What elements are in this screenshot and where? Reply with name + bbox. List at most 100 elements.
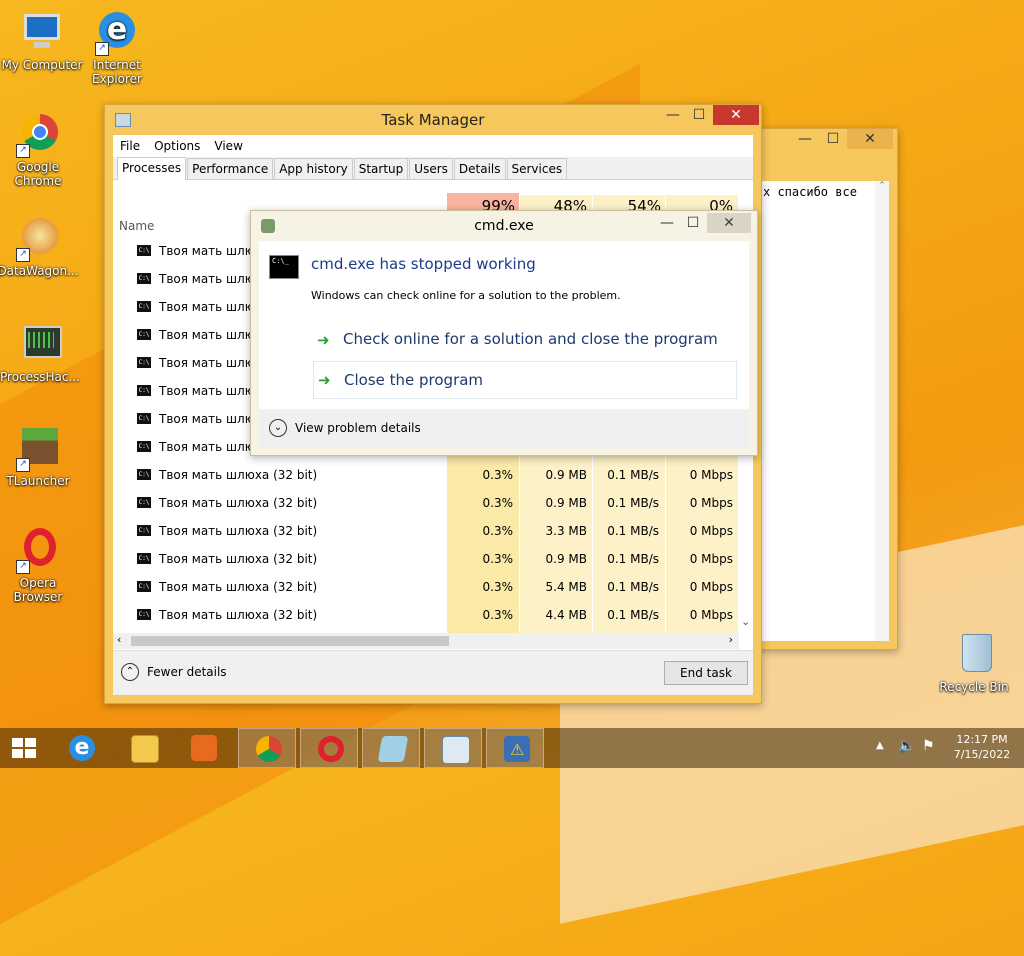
start-button[interactable] — [0, 728, 48, 768]
taskbar-chrome[interactable] — [238, 728, 296, 768]
desktop-icon-label: Google Chrome — [14, 160, 62, 188]
process-disk: 0.1 MB/s — [607, 552, 659, 566]
text-area[interactable]: х спасибо все ⌃ — [761, 181, 889, 641]
desktop-icon-datawagon[interactable]: ↗ DataWagon... — [0, 214, 80, 278]
process-hacker-icon — [16, 320, 64, 368]
desktop-icon-processhacker[interactable]: ProcessHac... — [0, 320, 82, 384]
console-icon: C:\ — [137, 329, 151, 340]
minimize-icon[interactable]: — — [653, 213, 681, 233]
media-player-icon — [191, 735, 217, 761]
process-memory: 5.4 MB — [545, 580, 587, 594]
process-row[interactable]: C:\ Твоя мать шлюха (32 bit) 0.3% 3.3 MB 0.1… — [113, 517, 743, 545]
tab-details[interactable]: Details — [453, 158, 506, 179]
recycle-bin-icon — [950, 630, 998, 678]
process-name: Твоя мать шлюха (32 bit) — [159, 608, 318, 622]
console-icon: C:\ — [137, 469, 151, 480]
scroll-right-icon[interactable]: › — [729, 633, 733, 646]
close-icon[interactable]: ✕ — [713, 105, 759, 125]
taskbar-internet-explorer[interactable]: e — [52, 728, 110, 768]
volume-muted-icon[interactable]: 🔈 — [898, 738, 915, 754]
show-hidden-icons-icon[interactable]: ▲ — [876, 740, 884, 751]
desktop-icon-my-computer[interactable]: My Computer — [0, 8, 84, 72]
view-problem-details-link[interactable]: View problem details — [295, 421, 421, 435]
fewer-details-link[interactable]: Fewer details — [147, 665, 227, 679]
desktop-icon-tlauncher[interactable]: ↗ TLauncher — [0, 424, 80, 488]
maximize-icon[interactable]: ☐ — [679, 213, 707, 233]
desktop-icon-recycle-bin[interactable]: Recycle Bin — [932, 630, 1016, 694]
desktop-icon-internet-explorer[interactable]: e ↗ Internet Explorer — [75, 8, 159, 86]
desktop-icon-label: Opera Browser — [13, 576, 63, 604]
tab-app-history[interactable]: App history — [274, 158, 353, 179]
tab-processes[interactable]: Processes — [117, 157, 187, 180]
close-icon[interactable]: ✕ — [707, 213, 751, 233]
arrow-right-icon: ➜ — [317, 331, 330, 349]
taskbar-media-player[interactable] — [174, 728, 232, 768]
horizontal-scrollbar[interactable]: ‹ › — [113, 633, 739, 649]
menu-file[interactable]: File — [113, 139, 147, 153]
process-cpu: 0.3% — [482, 552, 514, 566]
chrome-icon — [256, 736, 282, 762]
minimize-icon[interactable]: — — [659, 105, 687, 125]
taskbar-notepad[interactable] — [362, 728, 420, 768]
dialog-heading: cmd.exe has stopped working — [311, 255, 536, 273]
error-report-icon: ⚠ — [504, 736, 530, 762]
scroll-down-icon[interactable]: ⌄ — [741, 615, 750, 628]
maximize-icon[interactable]: ☐ — [685, 105, 713, 125]
arrow-right-icon: ➜ — [318, 371, 331, 389]
dialog-footer: ⌄ View problem details — [259, 411, 749, 447]
process-row[interactable]: C:\ Твоя мать шлюха (32 bit) 0.3% 5.4 MB 0.1… — [113, 573, 743, 601]
tab-services[interactable]: Services — [506, 158, 568, 179]
process-row[interactable]: C:\ Твоя мать шлюха (32 bit) 0.3% 0.9 MB 0.1… — [113, 489, 743, 517]
console-icon: C:\ — [137, 553, 151, 564]
clock[interactable]: 12:17 PM 7/15/2022 — [950, 732, 1014, 762]
clock-time: 12:17 PM — [956, 733, 1008, 746]
menu-bar: File Options View — [113, 135, 753, 157]
scroll-thumb[interactable] — [131, 636, 449, 646]
scrollbar[interactable]: ⌃ — [875, 181, 889, 641]
console-icon: C:\ — [137, 581, 151, 592]
console-icon: C:\ — [137, 357, 151, 368]
action-center-flag-icon[interactable]: ⚑ — [922, 738, 935, 754]
console-icon: C:\ — [137, 609, 151, 620]
process-cpu: 0.3% — [482, 468, 514, 482]
dialog-titlebar[interactable]: cmd.exe — ☐ ✕ — [251, 211, 757, 241]
check-online-button[interactable]: ➜ Check online for a solution and close … — [313, 321, 737, 359]
menu-view[interactable]: View — [207, 139, 249, 153]
process-memory: 0.9 MB — [545, 552, 587, 566]
menu-options[interactable]: Options — [147, 139, 207, 153]
process-name: Твоя мать шлюха (32 bit) — [159, 496, 318, 510]
taskbar-task-manager[interactable] — [424, 728, 482, 768]
text-content: х спасибо все — [763, 185, 857, 199]
notepad-icon — [377, 736, 409, 762]
tab-performance[interactable]: Performance — [187, 158, 274, 179]
scroll-left-icon[interactable]: ‹ — [117, 633, 121, 646]
minimize-icon[interactable]: — — [791, 129, 819, 149]
scroll-up-icon[interactable]: ⌃ — [875, 181, 889, 191]
desktop-icon-google-chrome[interactable]: ↗ Google Chrome — [0, 110, 80, 188]
taskbar-opera[interactable] — [300, 728, 358, 768]
tab-users[interactable]: Users — [409, 158, 453, 179]
chevron-down-icon[interactable]: ⌄ — [269, 419, 287, 437]
process-row[interactable]: C:\ Твоя мать шлюха (32 bit) 0.3% 0.9 MB 0.1… — [113, 545, 743, 573]
process-cpu: 0.3% — [482, 580, 514, 594]
process-row[interactable]: C:\ Твоя мать шлюха (32 bit) 0.3% 0.9 MB 0.1… — [113, 461, 743, 489]
taskbar-file-explorer[interactable] — [114, 728, 172, 768]
desktop-icon-opera[interactable]: ↗ Opera Browser — [0, 526, 80, 604]
maximize-icon[interactable]: ☐ — [819, 129, 847, 149]
column-header-name[interactable]: Name — [119, 219, 154, 233]
console-icon: C:\ — [137, 413, 151, 424]
process-row[interactable]: C:\ Твоя мать шлюха (32 bit) 0.3% 4.4 MB 0.1… — [113, 601, 743, 629]
close-program-button[interactable]: ➜ Close the program — [313, 361, 737, 399]
taskbar-error-reporting[interactable]: ⚠ — [486, 728, 544, 768]
desktop-icon-label: ProcessHac... — [0, 370, 80, 384]
process-network: 0 Mbps — [689, 580, 733, 594]
process-memory: 3.3 MB — [545, 524, 587, 538]
titlebar[interactable]: Task Manager — ☐ ✕ — [105, 105, 761, 135]
chevron-up-icon[interactable]: ⌃ — [121, 663, 139, 681]
tab-startup[interactable]: Startup — [353, 158, 409, 179]
close-program-label: Close the program — [344, 371, 484, 389]
desktop-icon-label: My Computer — [1, 58, 83, 72]
close-icon[interactable]: ✕ — [847, 129, 893, 149]
end-task-button[interactable]: End task — [664, 661, 748, 685]
console-icon: C:\ — [137, 525, 151, 536]
